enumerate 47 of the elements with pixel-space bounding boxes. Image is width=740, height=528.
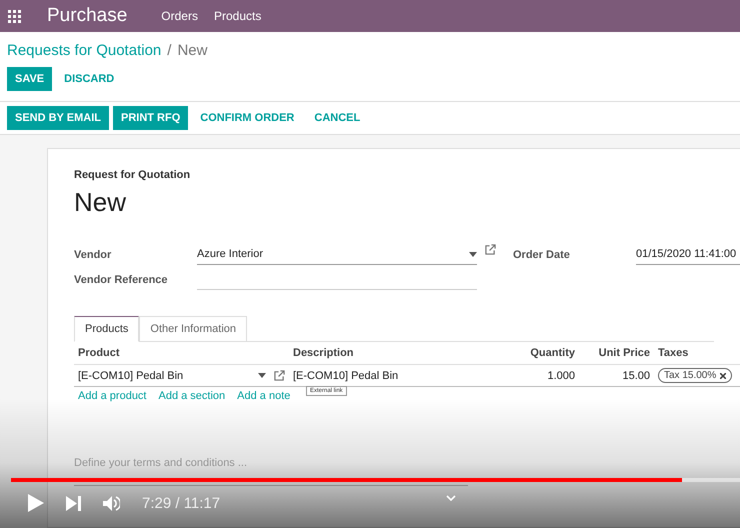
notebook-tab[interactable]: Products	[74, 316, 140, 342]
add-line-link[interactable]: Add a product	[78, 390, 146, 402]
volume-icon	[103, 496, 120, 510]
volume-button[interactable]	[103, 496, 120, 510]
vendor-label: Vendor	[74, 249, 112, 263]
notebook-tab[interactable]: Other Information	[139, 316, 248, 342]
breadcrumb-separator: /	[167, 42, 172, 59]
video-time: 7:29 / 11:17	[142, 494, 220, 512]
caret-icon	[469, 252, 477, 256]
external-link-icon[interactable]	[485, 244, 496, 255]
order-date-label: Order Date	[513, 249, 571, 263]
column-header: Taxes	[657, 346, 690, 361]
form-subtitle: Request for Quotation	[74, 169, 192, 181]
external-link-icon[interactable]	[274, 370, 285, 381]
discard-button[interactable]: DISCARD	[56, 67, 122, 91]
breadcrumb-current: New	[177, 42, 208, 59]
nav-menu-item[interactable]: Products	[214, 9, 262, 23]
next-button[interactable]	[66, 496, 81, 510]
breadcrumb-link[interactable]: Requests for Quotation	[7, 42, 162, 59]
table-cell: 1.000	[504, 364, 579, 387]
form-title: New	[74, 187, 128, 218]
apps-grid-icon[interactable]	[8, 10, 21, 22]
tax-tag: Tax 15.00%	[658, 368, 732, 383]
vendor-reference-label: Vendor Reference	[74, 274, 169, 288]
action-button[interactable]: SEND BY EMAIL	[7, 106, 109, 130]
vendor-field[interactable]: Azure Interior	[197, 244, 477, 265]
column-header: Description	[292, 346, 355, 361]
remove-icon[interactable]	[720, 372, 726, 378]
app-title: Purchase	[47, 5, 128, 27]
column-header: Product	[77, 346, 121, 361]
caret-icon	[258, 373, 266, 378]
product-field[interactable]: [E-COM10] Pedal Bin	[74, 364, 289, 387]
order-date-field[interactable]: 01/15/2020 11:41:00	[636, 244, 740, 265]
skip-next-icon	[66, 496, 81, 510]
action-button[interactable]: CANCEL	[306, 106, 368, 130]
nav-menu-item[interactable]: Orders	[161, 9, 198, 23]
chevron-down-icon[interactable]	[446, 495, 456, 501]
column-header: Unit Price	[598, 346, 651, 361]
action-button[interactable]: PRINT RFQ	[112, 106, 188, 130]
add-line-link[interactable]: Add a section	[158, 390, 226, 402]
table-cell: 15.00	[579, 364, 654, 387]
action-button[interactable]: CONFIRM ORDER	[192, 106, 302, 130]
add-line-link[interactable]: Add a note	[237, 390, 290, 402]
save-button[interactable]: SAVE	[7, 67, 52, 91]
column-header: Quantity	[529, 346, 576, 361]
play-icon	[28, 494, 44, 512]
play-button[interactable]	[28, 494, 44, 512]
